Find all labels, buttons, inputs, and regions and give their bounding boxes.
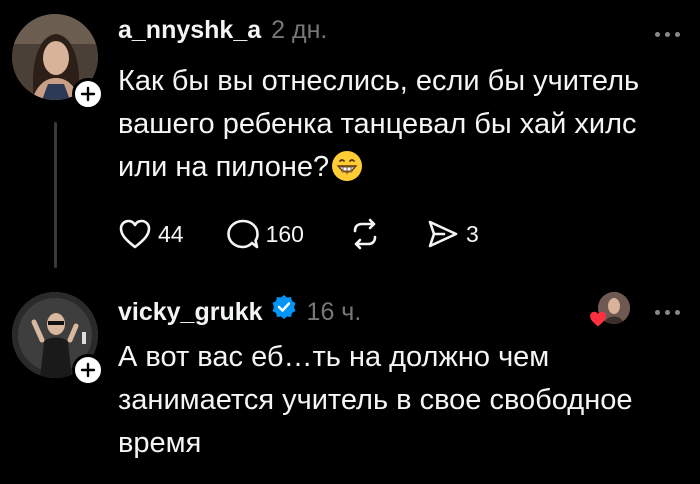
repost-button[interactable] [348, 218, 382, 250]
post-text-line: занимается учитель в свое свободное [118, 384, 633, 416]
post-text: А вот вас еб…ть на должно чем занимается… [118, 336, 632, 465]
send-icon [428, 220, 458, 248]
post-text-line: А вот вас еб…ть на должно чем [118, 341, 550, 373]
reply-count: 160 [265, 220, 304, 247]
heart-badge-icon [588, 310, 608, 333]
share-button[interactable]: 3 [426, 218, 479, 250]
post-text-line: время [118, 427, 202, 459]
post-2: vicky_grukk 16 ч. А вот вас еб…ть на дол… [0, 280, 700, 484]
post-actions: 44 160 3 [118, 218, 479, 250]
comment-icon [226, 219, 259, 249]
like-count: 44 [158, 220, 184, 247]
post-header: a_nnyshk_a 2 дн. [118, 16, 327, 45]
post-header: vicky_grukk 16 ч. [118, 294, 361, 327]
username[interactable]: vicky_grukk [118, 298, 263, 327]
post-text-line: или на пилоне? [118, 146, 639, 195]
follow-plus-button[interactable] [72, 78, 104, 110]
grinning-face-emoji [331, 150, 363, 195]
plus-icon [80, 362, 96, 378]
more-options-button[interactable] [655, 310, 680, 315]
post-text-line: Как бы вы отнеслись, если бы учитель [118, 65, 640, 97]
plus-icon [80, 86, 96, 102]
follow-plus-button[interactable] [72, 354, 104, 386]
post-text-line: вашего ребенка танцевал бы хай хилс [118, 108, 637, 140]
thread-line [54, 122, 57, 268]
timestamp: 16 ч. [306, 298, 362, 326]
more-options-button[interactable] [655, 32, 680, 37]
timestamp: 2 дн. [271, 16, 328, 44]
repost-icon [353, 218, 377, 250]
post-text: Как бы вы отнеслись, если бы учитель ваш… [118, 60, 639, 195]
username[interactable]: a_nnyshk_a [118, 16, 261, 45]
post-1: a_nnyshk_a 2 дн. Как бы вы отнеслись, ес… [0, 0, 700, 280]
heart-icon [119, 219, 151, 249]
like-button[interactable]: 44 [118, 218, 184, 250]
share-count: 3 [465, 220, 479, 247]
verified-badge-icon [271, 294, 297, 325]
reply-button[interactable]: 160 [226, 218, 304, 250]
